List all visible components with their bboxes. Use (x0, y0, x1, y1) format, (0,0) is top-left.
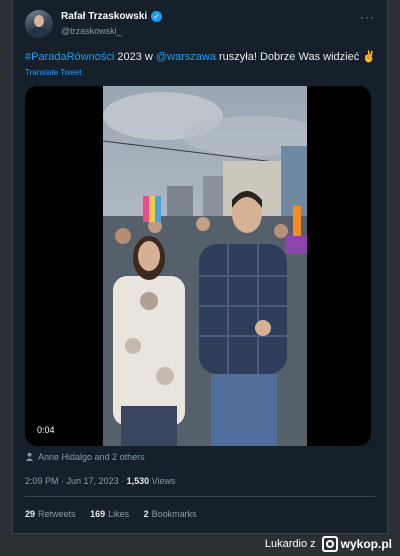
translate-tweet-link[interactable]: Translate Tweet (25, 68, 81, 77)
hashtag-link[interactable]: #ParadaRówności (25, 51, 114, 63)
bookmarks-count: 2 (143, 509, 149, 519)
watermark-prefix: Lukardio z (264, 538, 316, 550)
retweets-label: Retweets (38, 509, 76, 519)
mention-link[interactable]: @warszawa (156, 51, 216, 63)
video-thumbnail (103, 86, 307, 446)
meta-separator: · (58, 476, 67, 486)
retweets-stat[interactable]: 29 Retweets (25, 509, 76, 519)
tagged-people[interactable]: Anne Hidalgo and 2 others (25, 452, 145, 462)
author-handle[interactable]: @trzaskowski_ (61, 26, 122, 36)
video-frame[interactable] (103, 86, 307, 446)
more-dots-icon[interactable]: ··· (360, 10, 375, 24)
wykop-logo-icon (321, 536, 338, 552)
verified-badge-icon: ✓ (151, 11, 162, 22)
likes-label: Likes (108, 509, 130, 519)
bookmarks-label: Bookmarks (151, 509, 197, 519)
tweet-meta: 2:09 PM · Jun 17, 2023 · 1,530 Views (25, 476, 175, 486)
author-avatar[interactable] (25, 10, 53, 38)
tweet-time[interactable]: 2:09 PM (25, 476, 59, 486)
views-count: 1,530 (126, 476, 150, 486)
tagged-text: Anne Hidalgo and 2 others (38, 452, 145, 462)
views-label: Views (149, 476, 176, 486)
meta-separator-2: · (118, 476, 127, 486)
likes-stat[interactable]: 169 Likes (90, 509, 129, 519)
wykop-logo-text: wykop.pl (340, 537, 392, 551)
wykop-logo: wykop.pl (321, 536, 392, 552)
video-duration: 0:04 (33, 424, 59, 436)
tweet-text-year: 2023 w (114, 51, 156, 63)
tweet-text: #ParadaRówności 2023 w @warszawa ruszyła… (25, 50, 376, 64)
tweet-header: Rafał Trzaskowski ✓ @trzaskowski_ ··· (25, 10, 375, 42)
wykop-watermark: Lukardio z wykop.pl (265, 535, 392, 553)
divider (25, 496, 375, 497)
tweet-text-rest: ruszyła! Dobrze Was widzieć ✌ (215, 51, 376, 63)
bookmarks-stat[interactable]: 2 Bookmarks (144, 509, 197, 519)
avatar-body (29, 27, 49, 38)
likes-count: 169 (90, 509, 106, 519)
tweet-date[interactable]: Jun 17, 2023 (67, 476, 119, 486)
tweet-stats: 29 Retweets 169 Likes 2 Bookmarks (25, 509, 209, 519)
tweet-card: Rafał Trzaskowski ✓ @trzaskowski_ ··· #P… (12, 0, 388, 534)
retweets-count: 29 (25, 509, 36, 519)
avatar-face (34, 15, 44, 27)
person-icon (25, 452, 34, 461)
author-name[interactable]: Rafał Trzaskowski (61, 11, 147, 22)
video-player[interactable]: 0:04 (25, 86, 371, 446)
